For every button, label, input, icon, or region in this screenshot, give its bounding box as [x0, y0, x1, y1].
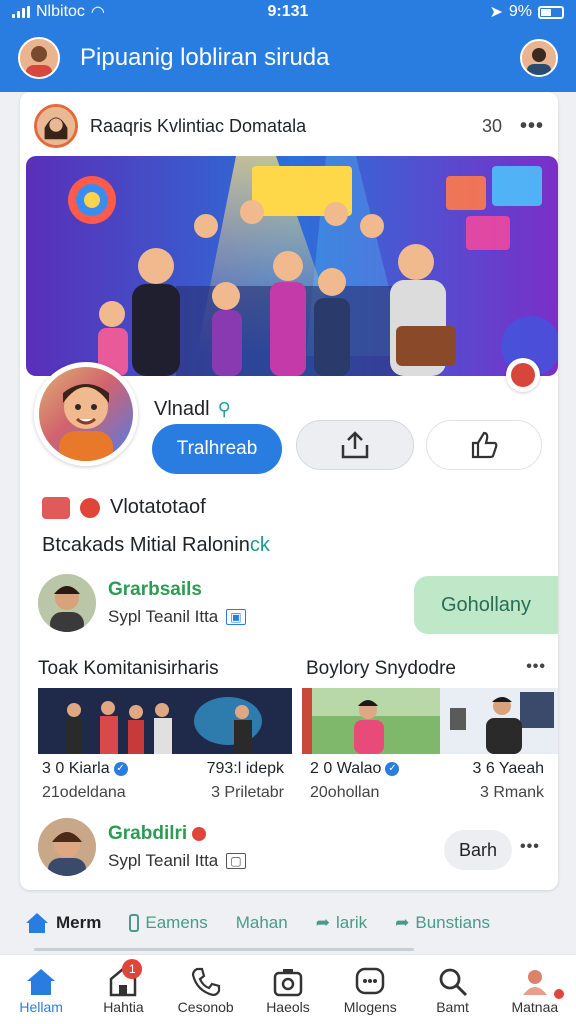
- profile-status-dot: [553, 989, 564, 999]
- chat-icon: [356, 967, 385, 994]
- home-icon: [26, 913, 48, 933]
- info-text-2-accent: ck: [249, 534, 270, 556]
- user-avatar[interactable]: [18, 37, 60, 79]
- more-icon[interactable]: •••: [520, 115, 544, 138]
- verified-person-icon: ⚲: [217, 399, 231, 419]
- briefcase-icon: [42, 496, 70, 519]
- tab-bar: Merm Eamens Mahan ➦ larik ➦ Bunstians: [0, 896, 576, 951]
- video-views: 793:l idepk: [206, 760, 284, 777]
- alert-icon: [80, 497, 100, 518]
- battery-icon: [538, 5, 564, 19]
- profile-icon: [522, 969, 547, 995]
- video-meta-1: 3 0 Kiarla ✓ 21odeldana: [42, 760, 128, 802]
- camera-icon: [273, 968, 303, 996]
- home-icon: [27, 968, 56, 995]
- bottom-navigation: Hellam 1 Hahtia Cesonob Haeols Mlogens B…: [0, 954, 576, 1024]
- follow-button[interactable]: Gohollany: [414, 576, 558, 634]
- tab-larik[interactable]: ➦ larik: [316, 913, 367, 933]
- profile-name[interactable]: Vlnadl: [154, 398, 210, 421]
- badge-icon: ▣: [226, 609, 246, 625]
- tab-home[interactable]: Merm: [24, 911, 101, 935]
- person-subtitle: Sypl Teanil Itta: [108, 851, 219, 870]
- notification-dot-icon: [192, 826, 207, 841]
- carrier-label: Nlbitoc: [36, 3, 85, 20]
- post-header: Raaqris Kvlintiac Domatala 30 •••: [20, 92, 558, 160]
- author-name[interactable]: Raaqris Kvlintiac Domatala: [90, 116, 482, 137]
- battery-percent: 9%: [508, 3, 532, 20]
- badge-icon: ▢: [226, 853, 246, 869]
- tab-mahan[interactable]: Mahan: [236, 913, 288, 933]
- share-icon: ➦: [395, 913, 410, 932]
- video-sub: 21odeldana: [42, 784, 126, 801]
- profile-picture[interactable]: [34, 362, 138, 466]
- search-icon: [439, 968, 467, 996]
- nav-camera[interactable]: Haeols: [247, 955, 329, 1024]
- share-icon: [341, 431, 369, 459]
- video-thumbnail-3[interactable]: [440, 688, 558, 754]
- video-sub: 3 Rmank: [479, 784, 544, 801]
- tab-scrollbar[interactable]: [34, 948, 414, 951]
- video-sub: 3 Priletabr: [211, 784, 284, 801]
- section-more-icon[interactable]: •••: [526, 658, 546, 680]
- video-thumbnail-2[interactable]: [302, 688, 440, 754]
- section-headers: Toak Komitanisirharis Boylory Snydodre •…: [38, 658, 546, 680]
- action-pill-button[interactable]: Barh: [444, 830, 512, 870]
- nav-home[interactable]: Hellam: [0, 955, 82, 1024]
- tab-bunstians[interactable]: ➦ Bunstians: [395, 913, 490, 933]
- section-title-right: Boylory Snydodre: [306, 658, 456, 679]
- phone-icon: [191, 967, 220, 996]
- profile-name-row: Vlnadl ⚲: [154, 398, 231, 421]
- wifi-icon: ◠: [90, 4, 105, 21]
- tab-eamens[interactable]: Eamens: [129, 913, 208, 933]
- app-bar: Pipuanig lobliran siruda: [0, 24, 576, 92]
- video-views: 3 0 Kiarla: [42, 760, 110, 777]
- profile-avatar[interactable]: [520, 39, 558, 77]
- nav-messages[interactable]: Mlogens: [329, 955, 411, 1024]
- signal-icon: [12, 6, 30, 18]
- thumbs-up-icon: [471, 431, 498, 459]
- hero-image: [26, 156, 558, 376]
- post-count: 30: [481, 115, 502, 136]
- location-icon: ➤: [489, 4, 503, 21]
- nav-search[interactable]: Bamt: [411, 955, 493, 1024]
- info-row-2: Btcakads Mitial Raloninck: [42, 534, 270, 557]
- author-avatar[interactable]: [34, 104, 78, 148]
- nav-profile[interactable]: Matnaa: [494, 955, 576, 1024]
- like-button[interactable]: [426, 420, 542, 470]
- post-card: Raaqris Kvlintiac Domatala 30 ••• Vlnadl…: [20, 92, 558, 890]
- status-bar: Nlbitoc ◠ 9:131 ➤ 9%: [0, 0, 576, 24]
- person-avatar[interactable]: [38, 574, 96, 632]
- person-subtitle: Sypl Teanil Itta: [108, 607, 219, 626]
- video-thumbnail-1[interactable]: [38, 688, 292, 754]
- video-meta-2: 793:l idepk 3 Priletabr: [206, 760, 284, 802]
- person-avatar[interactable]: [38, 818, 96, 876]
- section-title-left: Toak Komitanisirharis: [38, 658, 219, 679]
- nav-notifications[interactable]: 1 Hahtia: [82, 955, 164, 1024]
- video-meta-4: 3 6 Yaeah 3 Rmank: [460, 760, 544, 802]
- share-button[interactable]: [296, 420, 414, 470]
- video-views: 3 6 Yaeah: [472, 760, 544, 777]
- video-views: 2 0 Walao: [310, 760, 382, 777]
- person-more-icon[interactable]: •••: [520, 838, 540, 856]
- app-title: Pipuanig lobliran siruda: [80, 44, 330, 71]
- verified-icon: ✓: [113, 761, 128, 776]
- video-meta-3: 2 0 Walao ✓ 20ohollan: [310, 760, 400, 802]
- video-sub: 20ohollan: [310, 784, 380, 801]
- nav-calls[interactable]: Cesonob: [165, 955, 247, 1024]
- share-icon: ➦: [315, 913, 330, 932]
- verified-icon: ✓: [385, 761, 400, 776]
- info-row: Vlotatotaof: [42, 496, 206, 519]
- primary-action-button[interactable]: Tralhreab: [152, 424, 282, 474]
- reaction-badge[interactable]: [506, 358, 540, 392]
- info-text: Vlotatotaof: [110, 496, 206, 518]
- device-icon: [129, 914, 140, 932]
- info-text-2: Btcakads Mitial Ralonin: [42, 534, 250, 556]
